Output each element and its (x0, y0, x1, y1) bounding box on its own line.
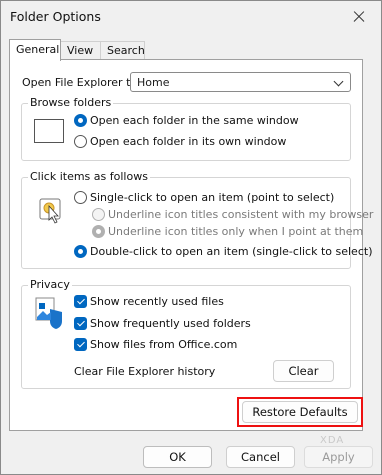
title-bar: Folder Options (1, 1, 381, 33)
browse-folders-group (21, 103, 351, 161)
radio-own-window[interactable] (74, 135, 87, 148)
checkbox-frequent-folders[interactable] (74, 317, 87, 330)
ok-button[interactable]: OK (143, 446, 212, 468)
tab-view-label: View (67, 44, 94, 57)
underline-browser-label: Underline icon titles consistent with my… (108, 208, 374, 221)
tab-search[interactable]: Search (100, 41, 145, 60)
tab-search-label: Search (107, 44, 145, 57)
radio-single-click[interactable] (74, 191, 87, 204)
folder-window-icon (34, 119, 64, 143)
chevron-down-icon (333, 76, 344, 87)
clear-button[interactable]: Clear (273, 360, 334, 382)
click-items-title: Click items as follows (28, 170, 150, 183)
open-explorer-value: Home (137, 76, 170, 89)
clear-history-label: Clear File Explorer history (74, 365, 216, 378)
privacy-icon (34, 295, 66, 329)
own-window-label: Open each folder in its own window (90, 135, 287, 148)
window-title: Folder Options (10, 9, 101, 24)
tab-general[interactable]: General (9, 39, 61, 61)
office-files-label: Show files from Office.com (90, 338, 238, 351)
radio-same-window[interactable] (74, 114, 87, 127)
recent-files-label: Show recently used files (90, 295, 224, 308)
apply-button[interactable]: Apply (304, 446, 373, 468)
checkbox-office-files[interactable] (74, 338, 87, 351)
double-click-label: Double-click to open an item (single-cli… (90, 245, 373, 258)
close-icon[interactable] (345, 3, 373, 31)
click-cursor-icon (37, 194, 65, 226)
single-click-label: Single-click to open an item (point to s… (90, 191, 335, 204)
watermark: XDA (320, 435, 345, 446)
tab-view[interactable]: View (60, 41, 101, 60)
open-explorer-label: Open File Explorer to: (22, 76, 141, 89)
browse-folders-title: Browse folders (28, 96, 114, 109)
radio-underline-point[interactable] (92, 225, 105, 238)
checkbox-recent-files[interactable] (74, 295, 87, 308)
folder-options-dialog: Folder Options General View Search Open … (0, 0, 382, 475)
frequent-folders-label: Show frequently used folders (90, 317, 251, 330)
radio-double-click[interactable] (74, 245, 87, 258)
privacy-title: Privacy (28, 278, 72, 291)
radio-underline-browser[interactable] (92, 208, 105, 221)
cancel-button[interactable]: Cancel (226, 446, 295, 468)
open-explorer-dropdown[interactable]: Home (130, 72, 351, 92)
same-window-label: Open each folder in the same window (90, 114, 299, 127)
tab-general-label: General (16, 43, 60, 56)
restore-defaults-highlight (237, 397, 363, 427)
underline-point-label: Underline icon titles only when I point … (108, 225, 364, 238)
